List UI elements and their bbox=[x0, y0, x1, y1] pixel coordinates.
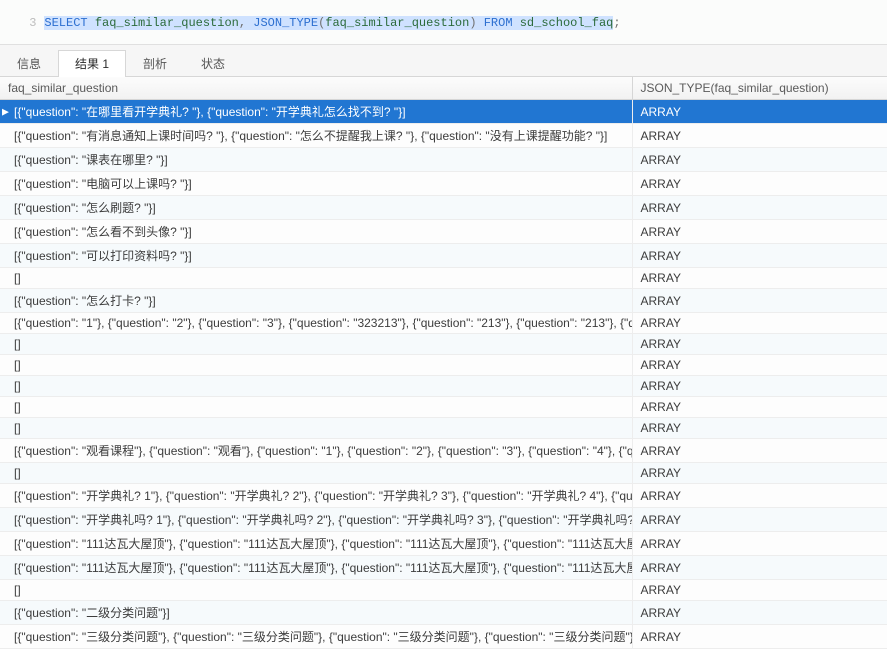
cell-faq[interactable]: [] bbox=[0, 397, 632, 418]
cell-jsontype[interactable]: ARRAY bbox=[632, 244, 887, 268]
cell-faq[interactable]: [] bbox=[0, 376, 632, 397]
cell-jsontype[interactable]: ARRAY bbox=[632, 313, 887, 334]
cell-faq[interactable]: [{"question": "111达瓦大屋顶"}, {"question": … bbox=[0, 556, 632, 580]
cell-faq[interactable]: [{"question": "怎么看不到头像? "}] bbox=[0, 220, 632, 244]
cell-jsontype[interactable]: ARRAY bbox=[632, 601, 887, 625]
cell-jsontype[interactable]: ARRAY bbox=[632, 148, 887, 172]
table-row[interactable]: [{"question": "课表在哪里? "}]ARRAY bbox=[0, 148, 887, 172]
table-row[interactable]: []ARRAY bbox=[0, 580, 887, 601]
table-row[interactable]: [{"question": "111达瓦大屋顶"}, {"question": … bbox=[0, 532, 887, 556]
cell-jsontype[interactable]: ARRAY bbox=[632, 625, 887, 649]
cell-faq[interactable]: [] bbox=[0, 268, 632, 289]
cell-faq[interactable]: [{"question": "电脑可以上课吗? "}] bbox=[0, 172, 632, 196]
cell-faq[interactable]: ▶[{"question": "在哪里看开学典礼? "}, {"question… bbox=[0, 100, 632, 124]
cell-jsontype[interactable]: ARRAY bbox=[632, 289, 887, 313]
cell-jsontype[interactable]: ARRAY bbox=[632, 376, 887, 397]
table-row[interactable]: ▶[{"question": "在哪里看开学典礼? "}, {"question… bbox=[0, 100, 887, 124]
cell-jsontype[interactable]: ARRAY bbox=[632, 439, 887, 463]
cell-faq[interactable]: [{"question": "怎么刷题? "}] bbox=[0, 196, 632, 220]
cell-jsontype[interactable]: ARRAY bbox=[632, 124, 887, 148]
sql-keyword-select: SELECT bbox=[44, 16, 87, 30]
table-row[interactable]: [{"question": "怎么看不到头像? "}]ARRAY bbox=[0, 220, 887, 244]
tab-result-1[interactable]: 结果 1 bbox=[58, 50, 126, 77]
cell-faq[interactable]: [] bbox=[0, 580, 632, 601]
cell-jsontype[interactable]: ARRAY bbox=[632, 556, 887, 580]
cell-faq[interactable]: [{"question": "课表在哪里? "}] bbox=[0, 148, 632, 172]
table-row[interactable]: [{"question": "观看课程"}, {"question": "观看"… bbox=[0, 439, 887, 463]
cell-faq[interactable]: [{"question": "开学典礼? 1"}, {"question": "… bbox=[0, 484, 632, 508]
column-header-jsontype[interactable]: JSON_TYPE(faq_similar_question) bbox=[632, 77, 887, 100]
cell-faq[interactable]: [{"question": "1"}, {"question": "2"}, {… bbox=[0, 313, 632, 334]
cell-faq[interactable]: [] bbox=[0, 463, 632, 484]
table-row[interactable]: [{"question": "怎么刷题? "}]ARRAY bbox=[0, 196, 887, 220]
sql-editor[interactable]: 3SELECT faq_similar_question, JSON_TYPE(… bbox=[0, 0, 887, 45]
tab-status[interactable]: 状态 bbox=[184, 50, 242, 77]
result-tabs: 信息 结果 1 剖析 状态 bbox=[0, 45, 887, 77]
sql-keyword-from: FROM bbox=[484, 16, 513, 30]
cell-jsontype[interactable]: ARRAY bbox=[632, 100, 887, 124]
table-row[interactable]: [{"question": "开学典礼? 1"}, {"question": "… bbox=[0, 484, 887, 508]
table-row[interactable]: [{"question": "有消息通知上课时间吗? "}, {"questio… bbox=[0, 124, 887, 148]
cell-faq[interactable]: [{"question": "观看课程"}, {"question": "观看"… bbox=[0, 439, 632, 463]
cell-jsontype[interactable]: ARRAY bbox=[632, 172, 887, 196]
line-number: 3 bbox=[18, 16, 44, 30]
table-row[interactable]: []ARRAY bbox=[0, 463, 887, 484]
cell-jsontype[interactable]: ARRAY bbox=[632, 418, 887, 439]
cell-faq[interactable]: [{"question": "怎么打卡? "}] bbox=[0, 289, 632, 313]
sql-column-1: faq_similar_question bbox=[95, 16, 239, 30]
sql-table: sd_school_faq bbox=[520, 16, 614, 30]
cell-jsontype[interactable]: ARRAY bbox=[632, 220, 887, 244]
cell-faq[interactable]: [{"question": "可以打印资料吗? "}] bbox=[0, 244, 632, 268]
table-row[interactable]: []ARRAY bbox=[0, 268, 887, 289]
table-row[interactable]: [{"question": "电脑可以上课吗? "}]ARRAY bbox=[0, 172, 887, 196]
result-grid[interactable]: faq_similar_question JSON_TYPE(faq_simil… bbox=[0, 77, 887, 649]
cell-jsontype[interactable]: ARRAY bbox=[632, 397, 887, 418]
table-row[interactable]: []ARRAY bbox=[0, 397, 887, 418]
cell-jsontype[interactable]: ARRAY bbox=[632, 268, 887, 289]
cell-jsontype[interactable]: ARRAY bbox=[632, 196, 887, 220]
cell-jsontype[interactable]: ARRAY bbox=[632, 334, 887, 355]
cell-faq[interactable]: [{"question": "二级分类问题"}] bbox=[0, 601, 632, 625]
table-row[interactable]: []ARRAY bbox=[0, 334, 887, 355]
cell-faq[interactable]: [{"question": "三级分类问题"}, {"question": "三… bbox=[0, 625, 632, 649]
sql-column-2: faq_similar_question bbox=[325, 16, 469, 30]
table-row[interactable]: [{"question": "三级分类问题"}, {"question": "三… bbox=[0, 625, 887, 649]
table-row[interactable]: [{"question": "开学典礼吗? 1"}, {"question": … bbox=[0, 508, 887, 532]
table-row[interactable]: []ARRAY bbox=[0, 355, 887, 376]
table-row[interactable]: [{"question": "可以打印资料吗? "}]ARRAY bbox=[0, 244, 887, 268]
table-row[interactable]: [{"question": "111达瓦大屋顶"}, {"question": … bbox=[0, 556, 887, 580]
table-row[interactable]: [{"question": "怎么打卡? "}]ARRAY bbox=[0, 289, 887, 313]
cell-faq[interactable]: [{"question": "111达瓦大屋顶"}, {"question": … bbox=[0, 532, 632, 556]
cell-jsontype[interactable]: ARRAY bbox=[632, 484, 887, 508]
column-header-faq[interactable]: faq_similar_question bbox=[0, 77, 632, 100]
row-marker-icon: ▶ bbox=[2, 106, 9, 117]
cell-jsontype[interactable]: ARRAY bbox=[632, 580, 887, 601]
table-row[interactable]: [{"question": "二级分类问题"}]ARRAY bbox=[0, 601, 887, 625]
cell-jsontype[interactable]: ARRAY bbox=[632, 532, 887, 556]
sql-func: JSON_TYPE bbox=[253, 16, 318, 30]
cell-faq[interactable]: [{"question": "开学典礼吗? 1"}, {"question": … bbox=[0, 508, 632, 532]
cell-faq[interactable]: [{"question": "有消息通知上课时间吗? "}, {"questio… bbox=[0, 124, 632, 148]
cell-jsontype[interactable]: ARRAY bbox=[632, 508, 887, 532]
table-row[interactable]: []ARRAY bbox=[0, 376, 887, 397]
tab-info[interactable]: 信息 bbox=[0, 50, 58, 77]
table-row[interactable]: [{"question": "1"}, {"question": "2"}, {… bbox=[0, 313, 887, 334]
cell-jsontype[interactable]: ARRAY bbox=[632, 463, 887, 484]
table-row[interactable]: []ARRAY bbox=[0, 418, 887, 439]
cell-faq[interactable]: [] bbox=[0, 418, 632, 439]
tab-parse[interactable]: 剖析 bbox=[126, 50, 184, 77]
cell-faq[interactable]: [] bbox=[0, 334, 632, 355]
cell-jsontype[interactable]: ARRAY bbox=[632, 355, 887, 376]
cell-faq[interactable]: [] bbox=[0, 355, 632, 376]
